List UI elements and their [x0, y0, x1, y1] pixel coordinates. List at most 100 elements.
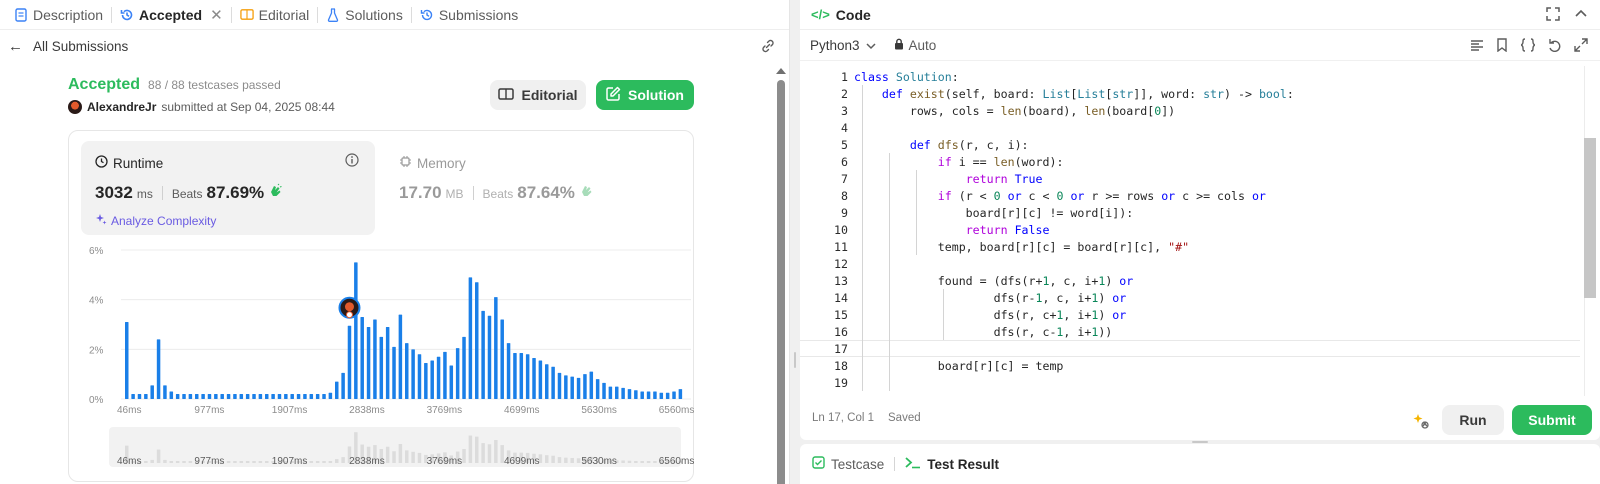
- code-line[interactable]: 2 def exist(self, board: List[List[str]]…: [800, 85, 1580, 102]
- code-line[interactable]: 8 if (r < 0 or c < 0 or r >= rows or c >…: [800, 187, 1580, 204]
- tab-test-result[interactable]: Test Result: [905, 456, 999, 472]
- code-text: dfs(r, c-1, i+1)): [854, 324, 1113, 339]
- code-line[interactable]: 10 return False: [800, 221, 1580, 238]
- splitter-grip[interactable]: [794, 352, 796, 368]
- code-line[interactable]: 19: [800, 374, 1580, 391]
- mini-bar: [481, 443, 485, 463]
- mini-bar: [405, 450, 409, 463]
- run-button[interactable]: Run: [1442, 405, 1504, 435]
- indent-guide: [943, 289, 944, 340]
- code-line[interactable]: 4: [800, 119, 1580, 136]
- code-line[interactable]: 3 rows, cols = len(board), len(board[0]): [800, 102, 1580, 119]
- tab-description[interactable]: Description: [6, 0, 111, 30]
- line-number: 7: [841, 171, 848, 186]
- history-icon: [120, 8, 134, 22]
- code-line[interactable]: 13 found = (dfs(r+1, c, i+1) or: [800, 272, 1580, 289]
- code-line[interactable]: 14 dfs(r-1, c, i+1) or: [800, 289, 1580, 306]
- mini-bar: [462, 449, 466, 463]
- expand-icon[interactable]: [1574, 38, 1588, 55]
- language-select[interactable]: Python3: [810, 38, 876, 53]
- bookmark-icon[interactable]: [1496, 38, 1508, 55]
- mini-bar: [557, 457, 562, 463]
- tab-solutions[interactable]: Solutions: [318, 0, 411, 30]
- code-text: def dfs(r, c, i):: [909, 137, 1029, 152]
- author-name[interactable]: AlexandreJr: [87, 100, 156, 114]
- editor-scrollbar-thumb[interactable]: [1584, 138, 1596, 298]
- panel-resize-handle[interactable]: [1192, 441, 1208, 443]
- solution-button[interactable]: Solution: [596, 80, 694, 110]
- code-icon: </>: [811, 7, 830, 22]
- tab-editorial[interactable]: Editorial: [232, 0, 318, 30]
- arrow-left-icon[interactable]: ←: [8, 38, 23, 55]
- code-line[interactable]: 5 def dfs(r, c, i):: [800, 136, 1580, 153]
- panel-splitter[interactable]: [790, 0, 800, 484]
- code-line[interactable]: 1 class Solution:: [800, 68, 1580, 85]
- code-line[interactable]: 15 dfs(r, c+1, i+1) or: [800, 306, 1580, 323]
- mini-bar: [398, 443, 403, 463]
- code-text: found = (dfs(r+1, c, i+1) or: [854, 273, 1134, 288]
- mini-bar: [487, 444, 492, 463]
- line-number: 4: [841, 120, 848, 135]
- line-number: 14: [834, 290, 848, 305]
- mode-label: Auto: [908, 38, 937, 53]
- code-line[interactable]: 18 board[r][c] = temp: [800, 357, 1580, 374]
- mini-bar: [468, 435, 473, 463]
- close-icon[interactable]: ✕: [210, 6, 223, 24]
- undo-icon[interactable]: [1548, 38, 1562, 55]
- braces-icon[interactable]: [1520, 38, 1536, 55]
- mini-bar: [475, 436, 479, 463]
- testcases-passed: 88 / 88 testcases passed: [148, 78, 281, 92]
- editorial-button[interactable]: Editorial: [490, 80, 586, 110]
- mini-x-tick-label: 6560ms: [659, 456, 695, 467]
- mini-bar: [335, 459, 339, 463]
- submitted-time: submitted at Sep 04, 2025 08:44: [161, 100, 335, 114]
- mini-histogram[interactable]: 46ms 977ms 1907ms 2838ms 3769ms 4699ms 5630ms 6…: [69, 131, 695, 483]
- mini-bar: [341, 457, 345, 463]
- scrollbar[interactable]: [776, 66, 786, 484]
- book-icon: [239, 8, 254, 22]
- mini-bar: [417, 452, 422, 463]
- link-icon[interactable]: [760, 38, 776, 57]
- scrollbar-thumb[interactable]: [777, 80, 785, 484]
- language-label: Python3: [810, 38, 860, 53]
- mini-x-tick-label: 46ms: [117, 456, 141, 467]
- debug-sparkle-icon[interactable]: [1412, 412, 1430, 435]
- code-line[interactable]: 11 temp, board[r][c] = board[r][c], "#": [800, 238, 1580, 255]
- mini-bar: [144, 461, 148, 463]
- code-title: Code: [835, 6, 871, 23]
- code-line[interactable]: 7 return True: [800, 170, 1580, 187]
- code-line[interactable]: 17: [800, 340, 1580, 357]
- submit-button[interactable]: Submit: [1512, 405, 1592, 435]
- mini-bar: [233, 461, 237, 463]
- code-text: if i == len(word):: [937, 154, 1064, 169]
- mini-bar: [646, 461, 651, 463]
- code-line[interactable]: 6 if i == len(word):: [800, 153, 1580, 170]
- flask-icon: [326, 7, 340, 22]
- chevron-up-icon[interactable]: [1574, 7, 1588, 24]
- avatar[interactable]: [68, 100, 82, 114]
- tab-accepted[interactable]: Accepted ✕: [112, 0, 231, 30]
- code-line[interactable]: 9 board[r][c] != word[i]):: [800, 204, 1580, 221]
- mini-x-tick-label: 4699ms: [504, 456, 540, 467]
- tab-submissions[interactable]: Submissions: [412, 0, 526, 30]
- code-editor[interactable]: 1 class Solution: 2 def exist(self, board:…: [800, 66, 1600, 396]
- line-number: 12: [834, 256, 848, 271]
- checkbox-icon: [812, 456, 825, 472]
- mini-bar: [545, 455, 549, 463]
- tab-test-result-label: Test Result: [927, 456, 1000, 472]
- fullscreen-icon[interactable]: [1546, 7, 1560, 24]
- accepted-status: Accepted: [68, 76, 141, 93]
- code-text: def exist(self, board: List[List[str]], …: [881, 86, 1294, 101]
- auto-mode[interactable]: Auto: [894, 38, 937, 53]
- submission-header: ← All Submissions: [0, 31, 789, 61]
- mini-x-tick-label: 5630ms: [581, 456, 617, 467]
- code-line[interactable]: 12: [800, 255, 1580, 272]
- scroll-up-arrow[interactable]: [776, 68, 786, 74]
- code-line[interactable]: 16 dfs(r, c-1, i+1)): [800, 323, 1580, 340]
- editor-actions: [1470, 38, 1588, 55]
- tab-testcase[interactable]: Testcase: [812, 456, 884, 472]
- mini-bar: [494, 440, 498, 463]
- all-submissions-link[interactable]: All Submissions: [33, 39, 128, 54]
- submission-panel: Description Accepted ✕ Editorial Solutio…: [0, 0, 790, 484]
- format-icon[interactable]: [1470, 38, 1484, 55]
